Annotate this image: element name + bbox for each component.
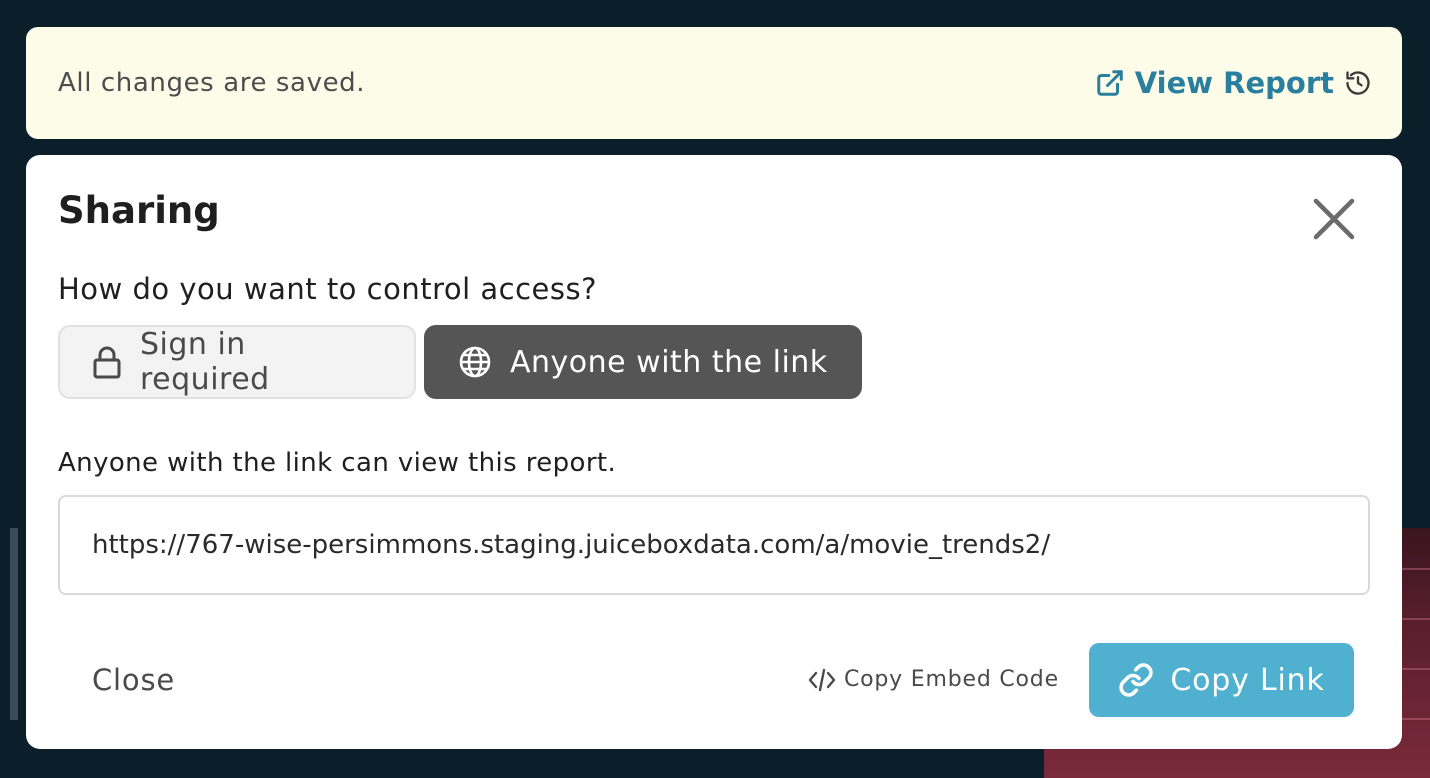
close-button[interactable]: Close: [92, 655, 175, 705]
sign-in-required-option[interactable]: Sign in required: [58, 325, 416, 399]
close-icon[interactable]: [1310, 195, 1358, 243]
sharing-dialog: Sharing How do you want to control acces…: [26, 155, 1402, 749]
dialog-title: Sharing: [58, 189, 220, 232]
copy-embed-code-label: Copy Embed Code: [844, 667, 1059, 692]
save-status-text: All changes are saved.: [58, 68, 366, 98]
background-panel-edge: [10, 528, 18, 720]
copy-link-label: Copy Link: [1170, 662, 1325, 698]
sign-in-required-label: Sign in required: [140, 327, 270, 397]
access-description: Anyone with the link can view this repor…: [58, 448, 617, 478]
link-icon: [1118, 662, 1154, 698]
anyone-with-link-option[interactable]: Anyone with the link: [424, 325, 862, 399]
code-icon: [808, 668, 836, 692]
copy-link-button[interactable]: Copy Link: [1089, 643, 1354, 717]
view-report-label: View Report: [1134, 66, 1334, 100]
external-link-icon: [1095, 68, 1125, 98]
access-question: How do you want to control access?: [58, 272, 597, 306]
copy-embed-code-button[interactable]: Copy Embed Code: [808, 663, 1059, 697]
history-icon[interactable]: [1344, 69, 1372, 97]
save-notice-bar: All changes are saved. View Report: [26, 27, 1402, 139]
globe-icon: [458, 345, 492, 379]
anyone-with-link-label: Anyone with the link: [510, 344, 828, 380]
view-report-link[interactable]: View Report: [1095, 27, 1372, 139]
share-link-input[interactable]: [58, 495, 1370, 595]
lock-icon: [92, 345, 122, 379]
